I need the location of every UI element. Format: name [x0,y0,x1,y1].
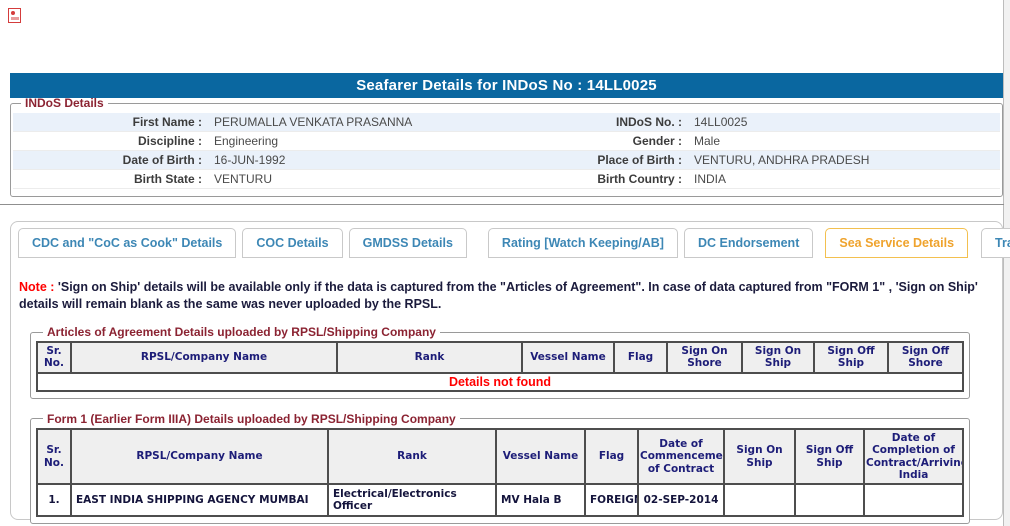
indos-row: First Name : PERUMALLA VENKATA PRASANNA … [13,113,1000,132]
broken-image-icon [8,8,21,23]
tab-dc-endorsement[interactable]: DC Endorsement [683,228,814,258]
col-sr-no: Sr. No. [36,427,72,486]
col-rpsl-company-name: RPSL/Company Name [70,427,329,486]
birth-state-label: Birth State : [133,172,202,186]
col-vessel-name: Vessel Name [495,427,586,486]
cell-completion-date [863,483,964,518]
col-sign-on-shore: Sign On Shore [666,341,743,374]
cell-sr-no: 1. [36,483,72,518]
first-name-value: PERUMALLA VENKATA PRASANNA [214,115,413,129]
note-text: 'Sign on Ship' details will be available… [19,280,978,311]
indos-row: Birth State : VENTURU Birth Country : IN… [13,170,1000,189]
cell-rank: Electrical/Electronics Officer [327,483,497,518]
col-flag: Flag [584,427,639,486]
col-rank: Rank [327,427,497,486]
section-divider [0,204,1004,205]
col-date-of-completion: Date of Completion of Contract/Arriving … [863,427,964,486]
place-of-birth-label: Place of Birth : [597,153,682,167]
cell-sign-off-ship [794,483,865,518]
table-row: 1. EAST INDIA SHIPPING AGENCY MUMBAI Ele… [36,483,964,518]
birth-country-value: INDIA [694,172,727,186]
tab-sea-service-details[interactable]: Sea Service Details [825,228,969,258]
col-sign-off-shore: Sign Off Shore [887,341,964,374]
col-vessel-name: Vessel Name [521,341,615,374]
tab-rating-watch-keeping-ab[interactable]: Rating [Watch Keeping/AB] [487,228,678,258]
gender-label: Gender : [632,134,682,148]
articles-of-agreement-legend: Articles of Agreement Details uploaded b… [47,325,436,339]
form1-section: Form 1 (Earlier Form IIIA) Details uploa… [30,411,970,525]
indos-row: Date of Birth : 16-JUN-1992 Place of Bir… [13,151,1000,170]
tab-gmdss-details[interactable]: GMDSS Details [348,228,467,258]
indos-row: Discipline : Engineering Gender : Male [13,132,1000,151]
col-sr-no: Sr. No. [36,341,72,374]
articles-of-agreement-section: Articles of Agreement Details uploaded b… [30,325,970,399]
col-sign-on-ship: Sign On Ship [741,341,815,374]
tab-coc-details[interactable]: COC Details [242,228,343,258]
col-sign-on-ship: Sign On Ship [723,427,796,486]
col-date-of-commencement: Date of Commencement of Contract [637,427,725,486]
col-sign-off-ship: Sign Off Ship [813,341,889,374]
discipline-value: Engineering [214,134,279,148]
seafarer-tab-panel: CDC and "CoC as Cook" Details COC Detail… [10,221,1010,525]
col-sign-off-ship: Sign Off Ship [794,427,865,486]
form1-legend: Form 1 (Earlier Form IIIA) Details uploa… [47,411,456,426]
page-title: Seafarer Details for INDoS No : 14LL0025 [10,73,1003,98]
tab-bar: CDC and "CoC as Cook" Details COC Detail… [11,222,1010,258]
note-prefix: Note : [19,280,55,294]
tab-cdc-coc-as-cook-details[interactable]: CDC and "CoC as Cook" Details [18,228,237,258]
details-not-found-message: Details not found [36,371,964,392]
table-header-row: Sr. No. RPSL/Company Name Rank Vessel Na… [36,427,964,486]
birth-country-label: Birth Country : [597,172,682,186]
tab-training-details[interactable]: Training Details [981,228,1010,258]
table-header-row: Sr. No. RPSL/Company Name Rank Vessel Na… [36,341,964,374]
cell-flag: FOREIGN [584,483,639,518]
form1-table: Sr. No. RPSL/Company Name Rank Vessel Na… [36,427,964,518]
col-rpsl-company-name: RPSL/Company Name [70,341,338,374]
table-row: Details not found [36,371,964,392]
indos-no-label: INDoS No. : [616,115,682,129]
birth-state-value: VENTURU [214,172,273,186]
gender-value: Male [694,134,721,148]
cell-vessel-name: MV Hala B [495,483,586,518]
sign-on-ship-note: Note : 'Sign on Ship' details will be av… [19,279,990,312]
scrollbar-track[interactable] [1003,0,1010,526]
col-flag: Flag [613,341,668,374]
cell-commencement-date: 02-SEP-2014 [637,483,725,518]
col-rank: Rank [336,341,523,374]
indos-no-value: 14LL0025 [694,115,748,129]
first-name-label: First Name : [132,115,202,129]
indos-details-section: INDoS Details First Name : PERUMALLA VEN… [10,96,1003,197]
discipline-label: Discipline : [137,134,202,148]
cell-company-name: EAST INDIA SHIPPING AGENCY MUMBAI [70,483,329,518]
place-of-birth-value: VENTURU, ANDHRA PRADESH [694,153,870,167]
cell-sign-on-ship [723,483,796,518]
articles-of-agreement-table: Sr. No. RPSL/Company Name Rank Vessel Na… [36,341,964,392]
indos-details-legend: INDoS Details [25,96,104,110]
dob-label: Date of Birth : [122,153,202,167]
dob-value: 16-JUN-1992 [214,153,286,167]
